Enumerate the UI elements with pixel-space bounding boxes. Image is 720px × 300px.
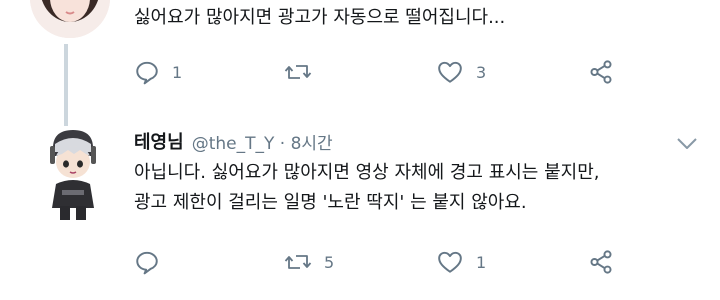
reply-icon (136, 61, 158, 85)
retweet-icon (284, 65, 312, 79)
share-button[interactable] (588, 248, 614, 276)
thread-connector-line (64, 44, 68, 126)
like-count: 3 (476, 62, 487, 82)
avatar[interactable] (40, 126, 106, 222)
chevron-down-icon (677, 138, 697, 149)
share-icon (590, 250, 612, 274)
avatar[interactable] (30, 0, 110, 38)
like-icon (438, 61, 462, 83)
handle-and-time[interactable]: @the_T_Y · 8시간 (192, 129, 333, 154)
retweet-count: 5 (324, 252, 335, 272)
tweet-actions: 5 1 (134, 248, 634, 276)
more-options-button[interactable] (676, 136, 698, 155)
like-button[interactable]: 3 (436, 58, 486, 86)
like-button[interactable]: 1 (436, 248, 486, 276)
avatar-image (50, 130, 96, 220)
like-icon (438, 251, 462, 273)
retweet-button[interactable]: 5 (284, 248, 334, 276)
tweet-text: 아닙니다. 싫어요가 많아지면 영상 자체에 경고 표시는 붙지만, 광고 제한… (134, 158, 600, 218)
share-icon (590, 60, 612, 84)
tweet-text: 싫어요가 많아지면 광고가 자동으로 떨어집니다... (134, 7, 506, 28)
like-count: 1 (476, 252, 487, 272)
reply-count: 1 (172, 62, 183, 82)
tweet-text-line-2: 광고 제한이 걸리는 일명 '노란 딱지' 는 붙지 않아요. (134, 192, 527, 213)
reply-button[interactable] (134, 248, 172, 276)
retweet-icon (284, 255, 312, 269)
reply-button[interactable]: 1 (134, 58, 182, 86)
retweet-button[interactable] (284, 58, 324, 86)
display-name[interactable]: 테영님 (134, 128, 184, 154)
tweet-text-line-1: 아닙니다. 싫어요가 많아지면 영상 자체에 경고 표시는 붙지만, (134, 162, 600, 183)
tweet-header: 테영님 @the_T_Y · 8시간 (134, 128, 333, 154)
reply-icon (136, 251, 158, 275)
tweet-actions: 1 3 (134, 58, 634, 86)
share-button[interactable] (588, 58, 614, 86)
avatar-image (30, 0, 110, 38)
